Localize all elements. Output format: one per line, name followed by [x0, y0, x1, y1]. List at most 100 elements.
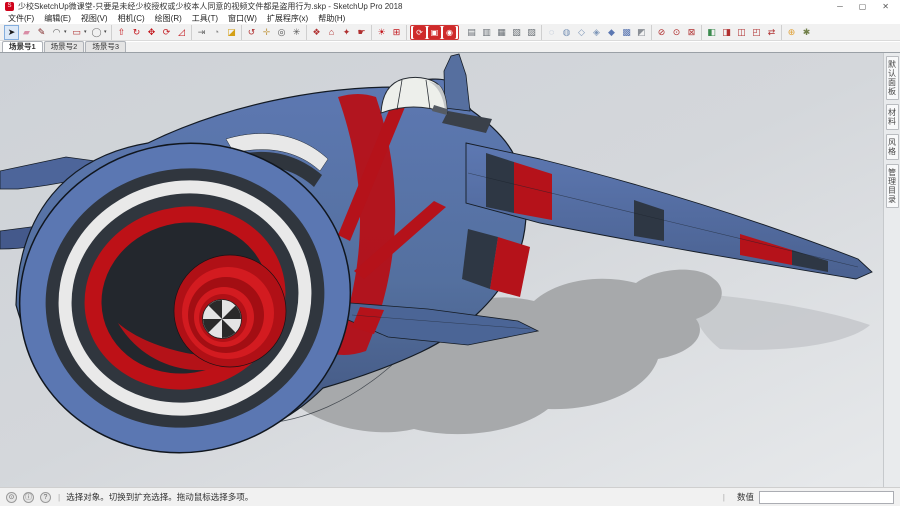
credits-icon[interactable]: ⓘ: [23, 491, 34, 503]
tray-tab-4[interactable]: 管理目录: [885, 164, 899, 208]
wireframe-style-button-icon[interactable]: ◇: [574, 25, 589, 40]
shapes-tool-icon[interactable]: ▭: [69, 25, 84, 40]
edit-tools: ⇧ ↻ ✥ ⟳ ◿: [112, 24, 192, 40]
menu-draw[interactable]: 绘图(R): [150, 13, 187, 24]
tail-fin[interactable]: [443, 53, 471, 112]
3d-warehouse-tool-icon[interactable]: ⌂: [324, 25, 339, 40]
arc-tool-icon[interactable]: ◠: [49, 25, 64, 40]
statusbar-icons: ⊙ ⓘ?: [6, 491, 57, 503]
maximize-button[interactable]: ▢: [859, 1, 867, 12]
menu-extensions[interactable]: 扩展程序(x): [262, 13, 313, 24]
tray-tab-1[interactable]: 默认面板: [885, 56, 899, 100]
paint-bucket-tool-icon[interactable]: ◪: [224, 25, 239, 40]
statusbar-separator: |: [58, 492, 61, 502]
scene-tab-1[interactable]: 场景号1: [2, 41, 43, 52]
3d-viewport[interactable]: [0, 53, 883, 487]
sketchup-logo-icon: S: [5, 2, 14, 11]
menu-window[interactable]: 窗口(W): [223, 13, 262, 24]
scene-tab-3[interactable]: 场景号3: [85, 41, 127, 52]
menu-camera[interactable]: 相机(C): [113, 13, 150, 24]
scene-tabs-bar: 场景号1 场景号2 场景号3: [0, 41, 900, 53]
zoom-extents-tool-icon[interactable]: ✳: [289, 25, 304, 40]
textured-style-button-icon[interactable]: ▩: [619, 25, 634, 40]
interact-tool-icon[interactable]: ☛: [354, 25, 369, 40]
line-tool-icon[interactable]: ✎: [34, 25, 49, 40]
pan-tool-icon[interactable]: ✛: [259, 25, 274, 40]
lock-tool-icon[interactable]: ⊠: [684, 25, 699, 40]
section-tools: ◧ ◨ ◫ ◰ ⇄: [702, 24, 782, 40]
plugin-folder-tool-icon[interactable]: ▣: [428, 25, 441, 39]
circle-tool-icon[interactable]: ◯: [89, 25, 104, 40]
measurements-label: 数值: [736, 492, 754, 502]
tray-tab-3[interactable]: 风格: [885, 134, 899, 160]
camera-tools: ↺ ✛ ◎ ✳: [242, 24, 307, 40]
status-bar: ⊙ ⓘ? | 选择对象。切换到扩充选择。拖动鼠标选择多项。 | 数值: [0, 487, 900, 506]
back-view-button-icon[interactable]: ▨: [524, 25, 539, 40]
shadows-toggle-icon[interactable]: ☀: [374, 25, 389, 40]
face-styles: ◌ ◍ ◇ ◈ ◆ ▩ ◩: [542, 24, 652, 40]
section-plane-tool-icon[interactable]: ◧: [704, 25, 719, 40]
right-view-button-icon[interactable]: ▧: [509, 25, 524, 40]
plugin-tools: ⟳ ▣ ◉: [410, 24, 459, 40]
menu-file[interactable]: 文件(F): [3, 13, 39, 24]
geolocation-icon[interactable]: ⊙: [6, 491, 17, 503]
hide-tool-icon[interactable]: ⊘: [654, 25, 669, 40]
rotate-tool-icon[interactable]: ⟳: [159, 25, 174, 40]
principal-tools: ➤ ▰ ✎ ◠ ▾ ▭ ▾ ◯ ▾: [2, 24, 112, 40]
hidden-line-style-button-icon[interactable]: ◈: [589, 25, 604, 40]
display-section-planes-button-icon[interactable]: ◨: [719, 25, 734, 40]
misc-tools: ⊕ ✱: [782, 25, 816, 40]
back-edges-style-button-icon[interactable]: ◍: [559, 25, 574, 40]
top-view-button-icon[interactable]: ▥: [479, 25, 494, 40]
toolbar: ➤ ▰ ✎ ◠ ▾ ▭ ▾ ◯ ▾ ⇧ ↻ ✥ ⟳ ◿ ⇥ ◔ ◪ ↺ ✛ ◎ ✳ ❖ ⌂ ✦ ☛ ☀ ⊞ ⟳ ▣ ◉ ▤ ▥ ▦ ▧ ▨ ◌ ◍ ◇ ◈ ◆…: [0, 24, 900, 41]
select-tool-icon[interactable]: ➤: [4, 24, 19, 40]
unhide-tool-icon[interactable]: ⊙: [669, 25, 684, 40]
standard-views: ▤ ▥ ▦ ▧ ▨: [462, 24, 542, 40]
measurements-input[interactable]: [759, 490, 894, 504]
make-component-tool-icon[interactable]: ❖: [309, 25, 324, 40]
zoom-tool-icon[interactable]: ◎: [274, 25, 289, 40]
menu-view[interactable]: 视图(V): [76, 13, 113, 24]
circle-tool-dropdown-caret-icon[interactable]: ▾: [104, 25, 109, 40]
tray-tab-2[interactable]: 材料: [885, 104, 899, 130]
protractor-tool-icon[interactable]: ◔: [209, 25, 224, 40]
measurements-separator: |: [722, 492, 725, 502]
fog-toggle-icon[interactable]: ⊞: [389, 25, 404, 40]
close-button[interactable]: ✕: [882, 1, 889, 12]
tape-measure-tool-icon[interactable]: ⇥: [194, 25, 209, 40]
component-tools: ❖ ⌂ ✦ ☛: [307, 24, 372, 40]
menu-edit[interactable]: 编辑(E): [39, 13, 76, 24]
visibility-tools: ⊘ ⊙ ⊠: [652, 24, 702, 40]
display-section-cuts-button-icon[interactable]: ◫: [734, 25, 749, 40]
front-view-button-icon[interactable]: ▦: [494, 25, 509, 40]
shaded-style-button-icon[interactable]: ◆: [604, 25, 619, 40]
eraser-tool-icon[interactable]: ▰: [19, 25, 34, 40]
follow-me-tool-icon[interactable]: ↻: [129, 25, 144, 40]
x-ray-style-button-icon[interactable]: ◌: [544, 25, 559, 40]
section-fill-button-icon[interactable]: ◰: [749, 25, 764, 40]
move-tool-icon[interactable]: ✥: [144, 25, 159, 40]
status-hint-text: 选择对象。切换到扩充选择。拖动鼠标选择多项。: [66, 492, 254, 502]
plugin-camera-tool-icon[interactable]: ◉: [443, 25, 456, 39]
scale-tool-icon[interactable]: ◿: [174, 25, 189, 40]
orbit-tool-icon[interactable]: ↺: [244, 25, 259, 40]
extension-manager-button-icon[interactable]: ✱: [799, 25, 814, 40]
spinner-hub[interactable]: [202, 299, 242, 339]
push-pull-tool-icon[interactable]: ⇧: [114, 25, 129, 40]
plugin-refresh-tool-icon[interactable]: ⟳: [413, 25, 426, 39]
title-bar: S 少校SketchUp微课堂-只要是未经少校授权或少校本人同意的视频文件都是盗…: [0, 0, 900, 13]
tray-rail: 默认面板材料风格管理目录: [883, 53, 900, 487]
add-location-button-icon[interactable]: ⊕: [784, 25, 799, 40]
iso-view-button-icon[interactable]: ▤: [464, 25, 479, 40]
extension-warehouse-tool-icon[interactable]: ✦: [339, 25, 354, 40]
reverse-section-button-icon[interactable]: ⇄: [764, 25, 779, 40]
window-title: 少校SketchUp微课堂-只要是未经少校授权或少校本人同意的视频文件都是盗用行…: [18, 2, 403, 11]
menu-tools[interactable]: 工具(T): [187, 13, 223, 24]
menu-help[interactable]: 帮助(H): [313, 13, 350, 24]
shadow-tools: ☀ ⊞: [372, 24, 407, 40]
help-icon[interactable]: ?: [40, 491, 51, 503]
monochrome-style-button-icon[interactable]: ◩: [634, 25, 649, 40]
minimize-button[interactable]: ─: [837, 1, 843, 12]
scene-tab-2[interactable]: 场景号2: [43, 41, 85, 52]
window-controls: ─ ▢ ✕: [837, 1, 889, 12]
